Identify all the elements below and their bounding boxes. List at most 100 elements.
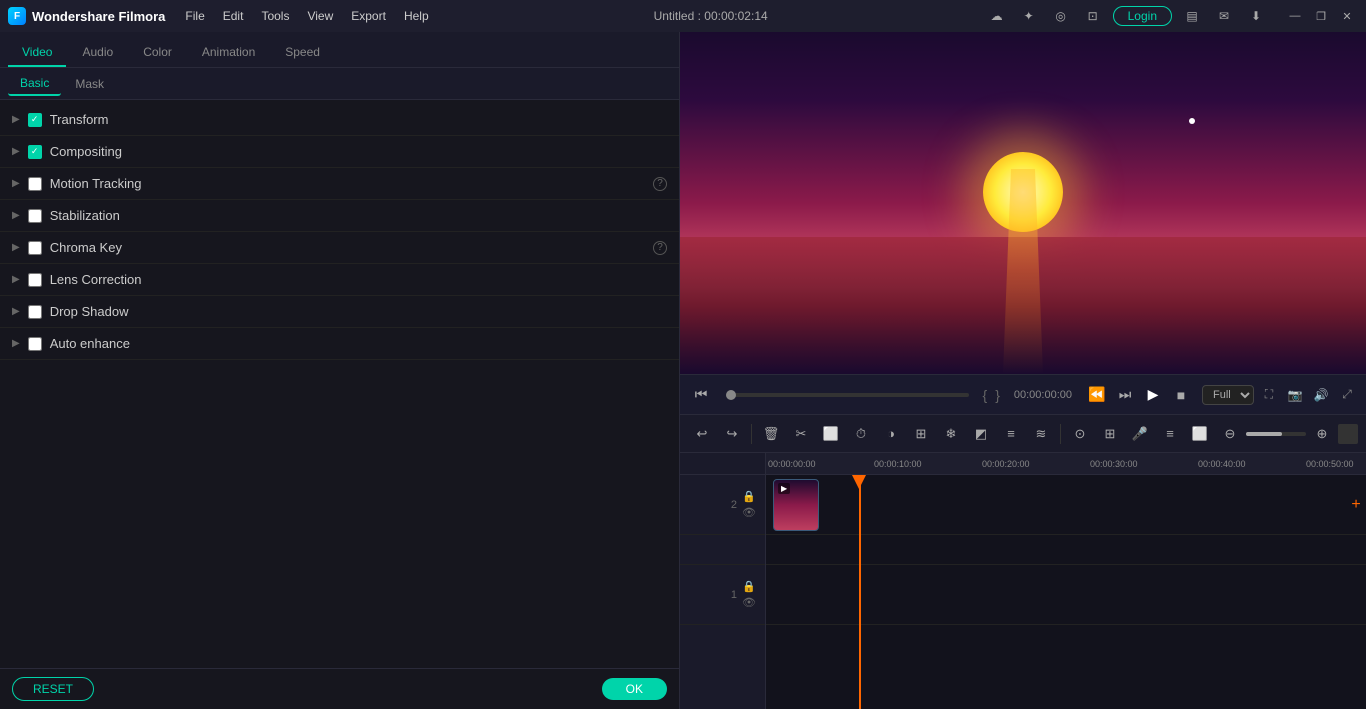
tab-animation[interactable]: Animation [188, 39, 269, 67]
play-button[interactable]: ▶ [1140, 382, 1166, 408]
logo-icon: F [8, 7, 26, 25]
minimize-button[interactable]: — [1284, 5, 1306, 27]
preview-render-button[interactable]: ≡ [1156, 420, 1184, 448]
stop-button[interactable]: ■ [1168, 382, 1194, 408]
maximize-button[interactable]: ❐ [1310, 5, 1332, 27]
editor-toolbar: ↩ ↪ 🗑 ✂ ⬜ ⏱ ◑ ⊞ ❄ ◩ ≡ ≋ ⊙ ⊞ 🎤 ≡ ⬜ [680, 415, 1366, 453]
track-1-number: 1 [731, 589, 737, 601]
timeline-playhead[interactable] [726, 390, 736, 400]
color-button[interactable]: ◑ [877, 420, 905, 448]
preview-video [680, 32, 1366, 374]
audio-eq-button[interactable]: ≡ [997, 420, 1025, 448]
tab-audio[interactable]: Audio [68, 39, 127, 67]
timeline-ruler[interactable]: 00:00:00:00 00:00:10:00 00:00:20:00 00:0… [766, 453, 1366, 475]
drop-shadow-checkbox[interactable] [28, 305, 42, 319]
menu-edit[interactable]: Edit [215, 7, 252, 25]
speed-button[interactable]: ⏱ [847, 420, 875, 448]
pip-icon[interactable]: ⤢ [1336, 384, 1358, 406]
menu-view[interactable]: View [299, 7, 341, 25]
add-track-button[interactable]: + [1346, 495, 1366, 515]
track-1-lock[interactable]: 🔒 [741, 579, 757, 595]
cloud-icon[interactable]: ☁ [985, 4, 1009, 28]
right-panel: ⏮ { } 00:00:00:00 ⏪ ⏭ ▶ ■ Full ⛶ 📷 🔊 ⤢ [680, 32, 1366, 709]
track-1-eye[interactable]: 👁 [741, 595, 757, 611]
ruler-time-1: 00:00:10:00 [874, 459, 922, 469]
rewind-button[interactable]: ⏪ [1084, 382, 1110, 408]
prop-transform[interactable]: ▶ ✓ Transform [0, 104, 679, 136]
prop-drop-shadow[interactable]: ▶ Drop Shadow [0, 296, 679, 328]
mask-button[interactable]: ◩ [967, 420, 995, 448]
video-clip-2[interactable]: VID_2 [773, 479, 819, 531]
track-2-lock[interactable]: 🔒 [741, 489, 757, 505]
cut-button[interactable]: ✂ [787, 420, 815, 448]
chroma-key-chevron: ▶ [12, 242, 20, 253]
delete-button[interactable]: 🗑 [757, 420, 785, 448]
window-controls: — ❐ ✕ [1284, 5, 1358, 27]
chroma-key-help-icon[interactable]: ? [653, 241, 667, 255]
quality-select[interactable]: Full [1202, 385, 1254, 405]
stabilization-label: Stabilization [50, 208, 667, 223]
track-2-eye[interactable]: 👁 [741, 505, 757, 521]
zoom-indicator [1338, 424, 1358, 444]
motion-tracking-help-icon[interactable]: ? [653, 177, 667, 191]
menu-tools[interactable]: Tools [253, 7, 297, 25]
step-frame-back-button[interactable]: ⏭ [1112, 382, 1138, 408]
prop-auto-enhance[interactable]: ▶ Auto enhance [0, 328, 679, 360]
zoom-out-button[interactable]: ⊖ [1216, 420, 1244, 448]
tab-speed[interactable]: Speed [271, 39, 334, 67]
preview-extra-controls: Full ⛶ 📷 🔊 ⤢ [1202, 384, 1358, 406]
prop-chroma-key[interactable]: ▶ Chroma Key ? [0, 232, 679, 264]
download-icon[interactable]: ⬇ [1244, 4, 1268, 28]
track-separator [680, 535, 765, 565]
clip-button[interactable]: ⬜ [1186, 420, 1214, 448]
lens-correction-checkbox[interactable] [28, 273, 42, 287]
headset-icon[interactable]: ◎ [1049, 4, 1073, 28]
timeline-content: 00:00:00:00 00:00:10:00 00:00:20:00 00:0… [766, 453, 1366, 709]
snap-button[interactable]: ⊙ [1066, 420, 1094, 448]
mic-button[interactable]: 🎤 [1126, 420, 1154, 448]
stabilization-checkbox[interactable] [28, 209, 42, 223]
chroma-key-checkbox[interactable] [28, 241, 42, 255]
playhead-top [852, 475, 868, 491]
tab-color[interactable]: Color [129, 39, 186, 67]
menu-export[interactable]: Export [343, 7, 394, 25]
zoom-in-button[interactable]: ⊕ [1308, 420, 1336, 448]
zoom-slider[interactable] [1246, 432, 1306, 436]
cart-icon[interactable]: ⊡ [1081, 4, 1105, 28]
motion-tracking-checkbox[interactable] [28, 177, 42, 191]
pip-button[interactable]: ⊞ [907, 420, 935, 448]
screenshot-icon[interactable]: 📷 [1284, 384, 1306, 406]
sun-icon[interactable]: ✦ [1017, 4, 1041, 28]
tab-video[interactable]: Video [8, 39, 66, 67]
transform-checkbox[interactable]: ✓ [28, 113, 42, 127]
sub-tab-mask[interactable]: Mask [63, 73, 116, 95]
playhead-triangle [852, 475, 866, 489]
preview-time: 00:00:00:00 [1014, 389, 1072, 401]
audio-wave-button[interactable]: ≋ [1027, 420, 1055, 448]
redo-button[interactable]: ↪ [718, 420, 746, 448]
reset-button[interactable]: RESET [12, 677, 94, 701]
prop-lens-correction[interactable]: ▶ Lens Correction [0, 264, 679, 296]
undo-button[interactable]: ↩ [688, 420, 716, 448]
crop-button[interactable]: ⬜ [817, 420, 845, 448]
auto-enhance-checkbox[interactable] [28, 337, 42, 351]
login-button[interactable]: Login [1113, 6, 1172, 26]
mail-icon[interactable]: ✉ [1212, 4, 1236, 28]
sub-tab-basic[interactable]: Basic [8, 72, 61, 96]
prop-motion-tracking[interactable]: ▶ Motion Tracking ? [0, 168, 679, 200]
fullscreen-icon[interactable]: ⛶ [1258, 384, 1280, 406]
transform-chevron: ▶ [12, 114, 20, 125]
prop-stabilization[interactable]: ▶ Stabilization [0, 200, 679, 232]
preview-timeline[interactable] [726, 393, 969, 397]
ok-button[interactable]: OK [602, 678, 667, 700]
compositing-checkbox[interactable]: ✓ [28, 145, 42, 159]
step-back-button[interactable]: ⏮ [688, 382, 714, 408]
save-icon[interactable]: ▤ [1180, 4, 1204, 28]
grid-button[interactable]: ⊞ [1096, 420, 1124, 448]
menu-help[interactable]: Help [396, 7, 437, 25]
close-button[interactable]: ✕ [1336, 5, 1358, 27]
volume-icon[interactable]: 🔊 [1310, 384, 1332, 406]
menu-file[interactable]: File [177, 7, 212, 25]
freeze-button[interactable]: ❄ [937, 420, 965, 448]
prop-compositing[interactable]: ▶ ✓ Compositing [0, 136, 679, 168]
